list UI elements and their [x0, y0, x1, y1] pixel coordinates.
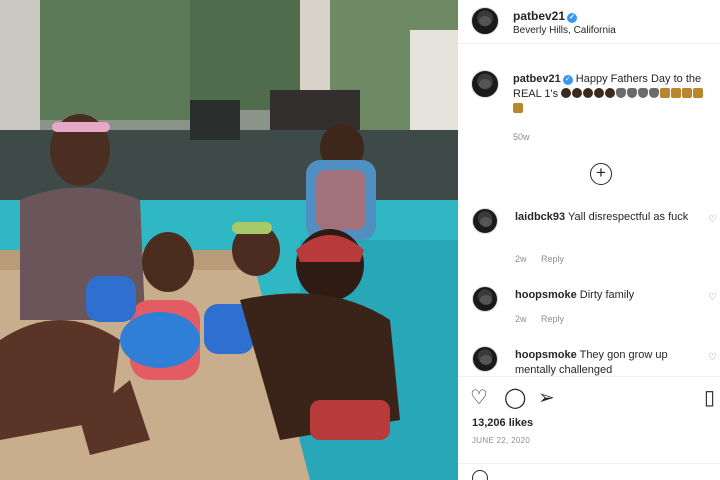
- comment-item: hoopsmoke Dirty family 2w Reply ♡: [458, 284, 720, 342]
- emoji-dark-icon: [583, 88, 594, 98]
- bookmark-icon[interactable]: ▯: [704, 387, 715, 409]
- reply-button[interactable]: Reply: [541, 254, 564, 264]
- comment-age: 2w: [515, 314, 527, 324]
- share-icon[interactable]: ➢: [538, 387, 555, 409]
- comment-body: hoopsmoke They gon grow up mentally chal…: [515, 348, 700, 376]
- avatar[interactable]: [471, 7, 499, 35]
- emoji-gold-icon: [693, 88, 704, 98]
- post-sidebar: patbev21 ✓ Beverly Hills, California patb…: [458, 0, 720, 480]
- emoji-pray-icon: [616, 88, 627, 98]
- username[interactable]: patbev21: [513, 9, 565, 23]
- emoji-gold-icon: [513, 103, 523, 113]
- comment-like-heart-icon[interactable]: ♡: [708, 352, 717, 363]
- emoji-dark-icon: [572, 88, 583, 98]
- emoji-dark-icon: [605, 88, 616, 98]
- emoji-gold-icon: [671, 88, 682, 98]
- comment-username[interactable]: laidbck93: [515, 211, 565, 223]
- comment-age: 2w: [515, 254, 527, 264]
- emoji-pray-icon: [638, 88, 649, 98]
- comment-username[interactable]: hoopsmoke: [515, 289, 577, 301]
- emoji-dark-icon: [594, 88, 605, 98]
- emoji-pray-icon: [627, 88, 638, 98]
- avatar[interactable]: [471, 70, 499, 98]
- comment-body: laidbck93 Yall disrespectful as fuck: [515, 210, 700, 225]
- post-actions: ♡ ◯ ➢ ▯ 13,206 likes JUNE 22, 2020: [458, 376, 720, 480]
- avatar[interactable]: [472, 208, 498, 234]
- comment-like-heart-icon[interactable]: ♡: [708, 292, 717, 303]
- like-count[interactable]: 13,206 likes: [472, 417, 533, 429]
- avatar[interactable]: [472, 346, 498, 372]
- comment-meta: 2w Reply: [515, 254, 576, 264]
- family-pool-photo: [0, 0, 458, 480]
- emoji-gold-icon: [660, 88, 671, 98]
- comment-item: hoopsmoke They gon grow up mentally chal…: [458, 344, 720, 376]
- emoji-gold-icon: [682, 88, 693, 98]
- verified-badge-icon: ✓: [567, 13, 578, 23]
- username-link[interactable]: patbev21 ✓: [513, 9, 578, 23]
- comment-body: hoopsmoke Dirty family: [515, 288, 700, 303]
- post-date: JUNE 22, 2020: [472, 436, 531, 445]
- verified-badge-icon: ✓: [562, 75, 573, 85]
- load-more-comments-button[interactable]: +: [590, 163, 612, 185]
- heart-icon[interactable]: ♡: [470, 387, 488, 409]
- reply-button[interactable]: Reply: [541, 314, 564, 324]
- caption-text: patbev21 ✓ Happy Fathers Day to the REAL …: [513, 72, 713, 117]
- comment-icon[interactable]: ◯: [504, 387, 526, 409]
- comment-meta: 2w Reply: [515, 314, 576, 324]
- post-photo[interactable]: [0, 0, 458, 480]
- comment-text: Dirty family: [579, 289, 635, 301]
- caption-age: 50w: [513, 132, 530, 142]
- caption: patbev21 ✓ Happy Fathers Day to the REAL …: [458, 56, 720, 146]
- post-header: patbev21 ✓ Beverly Hills, California: [458, 0, 720, 44]
- location-link[interactable]: Beverly Hills, California: [513, 25, 616, 36]
- comment-item: laidbck93 Yall disrespectful as fuck 2w …: [458, 206, 720, 264]
- comment-like-heart-icon[interactable]: ♡: [708, 214, 717, 225]
- comment-username[interactable]: hoopsmoke: [515, 349, 577, 361]
- emoji-pray-icon: [649, 88, 660, 98]
- add-comment-bar: [458, 463, 720, 480]
- plus-circle-icon: +: [596, 163, 606, 182]
- caption-username[interactable]: patbev21: [513, 73, 561, 85]
- emoji-dark-icon: [561, 88, 572, 98]
- comment-text: Yall disrespectful as fuck: [568, 211, 689, 223]
- avatar[interactable]: [472, 286, 498, 312]
- emoji-smile-icon[interactable]: [472, 470, 488, 480]
